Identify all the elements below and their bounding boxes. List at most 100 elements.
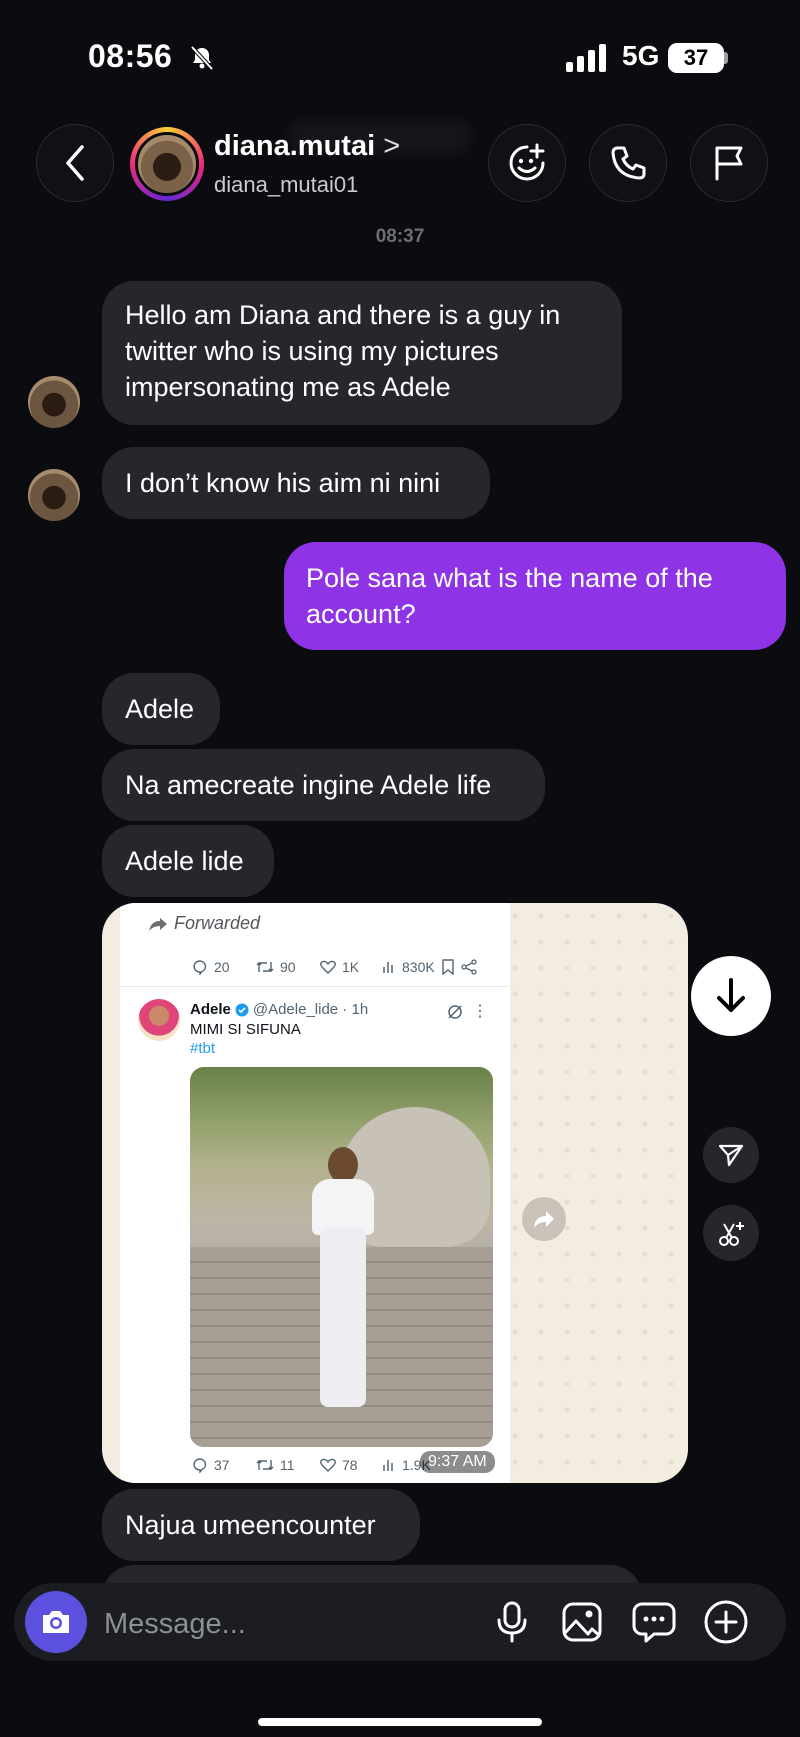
chat-bubble-icon	[632, 1602, 676, 1643]
message-line: Pole sana what is the name of the	[306, 563, 713, 593]
scissors-sparkle-icon	[719, 1222, 744, 1246]
top-stat-views: 830K	[382, 959, 477, 975]
stat-value: 37	[214, 1457, 230, 1473]
bottom-stat-replies: 37	[192, 1457, 230, 1473]
chat-sticker-button[interactable]	[630, 1598, 678, 1646]
chat-wallpaper-pattern	[502, 903, 688, 1483]
avatar-photo	[135, 132, 199, 196]
tweet-text: MIMI SI SIFUNA	[190, 1021, 301, 1038]
gallery-icon	[562, 1602, 602, 1642]
retweet-icon	[256, 1460, 274, 1470]
plus-icon	[704, 1600, 748, 1644]
profile-avatar[interactable]	[130, 127, 204, 201]
share-icon	[461, 959, 477, 975]
forward-arrow-icon	[149, 917, 167, 931]
stat-value: 20	[214, 959, 230, 975]
bookmark-icon	[442, 959, 454, 975]
tweet-author-line: Adele @Adele_lide · 1h	[190, 1001, 368, 1018]
battery-indicator: 37	[668, 43, 724, 73]
views-icon	[383, 962, 393, 973]
heart-icon	[320, 1458, 336, 1472]
stat-value: 90	[280, 959, 296, 975]
share-message-button[interactable]	[703, 1127, 759, 1183]
my-message-bubble[interactable]: Pole sana what is the name of the accoun…	[284, 542, 786, 650]
heart-icon	[320, 960, 336, 974]
profile-name: diana.mutai	[214, 130, 376, 162]
message-bubble[interactable]: Adele	[102, 673, 220, 745]
tweet-author-handle: @Adele_lide · 1h	[252, 1001, 369, 1018]
reply-icon	[193, 1458, 207, 1473]
message-line: Hello am Diana and there is a guy in	[125, 300, 561, 330]
stat-value: 1K	[342, 959, 360, 975]
top-stat-likes: 1K	[320, 959, 359, 975]
sticker-add-icon	[509, 143, 545, 181]
message-bubble[interactable]: I don’t know his aim ni nini	[102, 447, 490, 519]
flag-icon	[715, 146, 743, 181]
phone-icon	[611, 146, 646, 180]
sender-avatar[interactable]	[28, 376, 80, 428]
image-time: 9:37 AM	[420, 1451, 495, 1473]
more-options-button[interactable]	[702, 1598, 750, 1646]
back-icon	[66, 145, 84, 181]
scroll-to-bottom-button[interactable]	[691, 956, 771, 1036]
network-label: 5G	[622, 40, 660, 71]
message-bubble[interactable]: Adele lide	[102, 825, 274, 897]
message-text: Adele	[125, 694, 195, 724]
camera-button[interactable]	[25, 1591, 87, 1653]
sender-avatar[interactable]	[28, 469, 80, 521]
more-icon: ⋮	[472, 1003, 488, 1020]
verified-icon	[235, 1003, 249, 1016]
message-line: account?	[306, 599, 416, 629]
message-text: I don’t know his aim ni nini	[125, 468, 441, 498]
report-button[interactable]	[690, 124, 768, 202]
share-image-button[interactable]	[522, 1197, 566, 1241]
voice-message-button[interactable]	[488, 1598, 536, 1646]
tweet-screenshot: Forwarded 20 90 1K 830K Adele @Adele_lid…	[120, 903, 510, 1483]
message-line: impersonating me as Adele	[125, 372, 451, 402]
forwarded-text: Forwarded	[174, 913, 261, 933]
home-indicator	[258, 1718, 542, 1726]
sticker-button[interactable]	[488, 124, 566, 202]
bottom-stat-retweets: 11	[256, 1457, 295, 1473]
message-timestamp: 08:37	[375, 226, 425, 247]
bottom-stat-likes: 78	[320, 1457, 358, 1473]
tweet-divider	[120, 986, 510, 987]
back-button[interactable]	[36, 124, 114, 202]
stat-value: 11	[280, 1457, 295, 1473]
message-text: Adele lide	[125, 846, 244, 876]
tweet-hashtag: #tbt	[190, 1040, 216, 1057]
grok-icon	[448, 1005, 462, 1019]
mic-icon	[497, 1601, 527, 1643]
arrow-down-icon	[717, 978, 745, 1012]
forward-icon	[534, 1211, 554, 1228]
bell-slash-icon	[190, 45, 214, 71]
top-stat-retweets: 90	[256, 959, 296, 975]
tweet-author-avatar	[138, 999, 180, 1041]
stat-value: 830K	[402, 959, 435, 975]
message-text: Najua umeencounter	[125, 1510, 376, 1540]
send-icon	[718, 1144, 744, 1167]
call-button[interactable]	[589, 124, 667, 202]
message-bubble[interactable]: Hello am Diana and there is a guy in twi…	[102, 281, 622, 425]
message-bubble[interactable]: Najua umeencounter	[102, 1489, 420, 1561]
gallery-button[interactable]	[558, 1598, 606, 1646]
stat-value: 78	[342, 1457, 358, 1473]
forwarded-image-message[interactable]: Forwarded 20 90 1K 830K Adele @Adele_lid…	[102, 903, 688, 1483]
message-input[interactable]	[102, 1603, 406, 1645]
tweet-author-name: Adele	[190, 1001, 231, 1018]
top-stat-replies: 20	[192, 959, 230, 975]
message-text: Na amecreate ingine Adele life	[125, 770, 492, 800]
message-bubble[interactable]: Na amecreate ingine Adele life	[102, 749, 545, 821]
reply-icon	[193, 960, 207, 975]
ai-edit-button[interactable]	[703, 1205, 759, 1261]
status-time: 08:56	[88, 38, 173, 74]
views-icon	[383, 1460, 393, 1471]
camera-icon	[43, 1611, 69, 1633]
retweet-icon	[256, 962, 274, 972]
tweet-photo	[190, 1067, 493, 1447]
chevron-right-icon: >	[383, 130, 401, 162]
forwarded-label: Forwarded	[148, 913, 260, 934]
battery-tip	[724, 52, 728, 64]
profile-handle: diana_mutai01	[214, 172, 359, 197]
profile-name-link[interactable]: diana.mutai >	[214, 130, 400, 163]
